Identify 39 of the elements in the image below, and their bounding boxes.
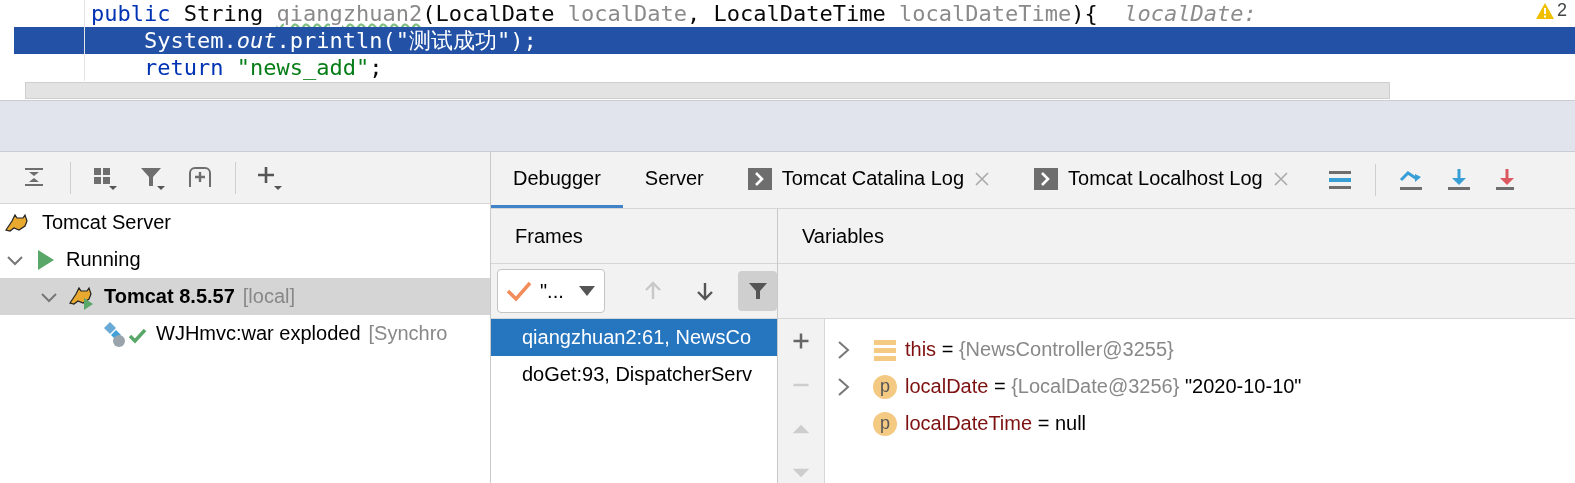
tree-row[interactable]: Tomcat Server	[0, 204, 490, 241]
thread-dropdown[interactable]: "...	[497, 269, 606, 313]
code-line: return "news_add";	[0, 54, 1575, 81]
parameter-icon: p	[873, 411, 897, 436]
variable-row[interactable]: p localDate = {LocalDate@3256} "2020-10-10"	[825, 368, 1575, 405]
tab[interactable]: Server	[622, 152, 726, 208]
add-icon[interactable]	[256, 164, 284, 191]
dropdown-arrow-icon	[578, 285, 597, 297]
stack-icon	[873, 337, 897, 362]
artifact-status-icon	[102, 319, 148, 348]
console-icon	[1034, 167, 1059, 190]
filter-toggle[interactable]	[738, 271, 777, 311]
tree-row[interactable]: Running	[0, 241, 490, 278]
variable-value: localDate = {LocalDate@3256} "2020-10-10"	[905, 375, 1302, 398]
tree-row[interactable]: WJHmvc:war exploded [Synchro	[0, 315, 490, 352]
panel-title: Frames	[491, 209, 777, 264]
panel-title: Variables	[778, 209, 1575, 264]
variable-row[interactable]: p localDateTime = null	[825, 405, 1575, 442]
node-label: WJHmvc:war exploded	[156, 322, 361, 345]
variable-value: localDateTime = null	[905, 412, 1087, 435]
horizontal-scrollbar[interactable]	[25, 82, 1390, 99]
variable-value: this = {NewsController@3255}	[905, 338, 1174, 361]
node-label: Tomcat 8.5.57	[104, 285, 235, 308]
frame-item[interactable]: doGet:93, DispatcherServ	[491, 356, 777, 393]
variable-row[interactable]: this = {NewsController@3255}	[825, 331, 1575, 368]
node-detail: [Synchro	[368, 322, 448, 345]
console-icon	[747, 167, 772, 190]
node-label: Tomcat Server	[42, 211, 171, 234]
tab[interactable]: Tomcat Localhost Log	[1012, 152, 1311, 208]
node-label: Running	[66, 248, 141, 271]
tab[interactable]: Debugger	[491, 152, 623, 208]
node-detail: [local]	[242, 285, 296, 308]
check-icon	[506, 280, 532, 302]
step-into-icon[interactable]	[1445, 167, 1472, 193]
tree-row[interactable]: Tomcat 8.5.57 [local]	[0, 278, 490, 315]
warning-count[interactable]: 2	[1557, 0, 1567, 21]
tab[interactable]: Tomcat Catalina Log	[725, 152, 1013, 208]
frame-item[interactable]: qiangzhuan2:61, NewsCo	[491, 319, 777, 356]
parameter-icon: p	[873, 374, 897, 399]
